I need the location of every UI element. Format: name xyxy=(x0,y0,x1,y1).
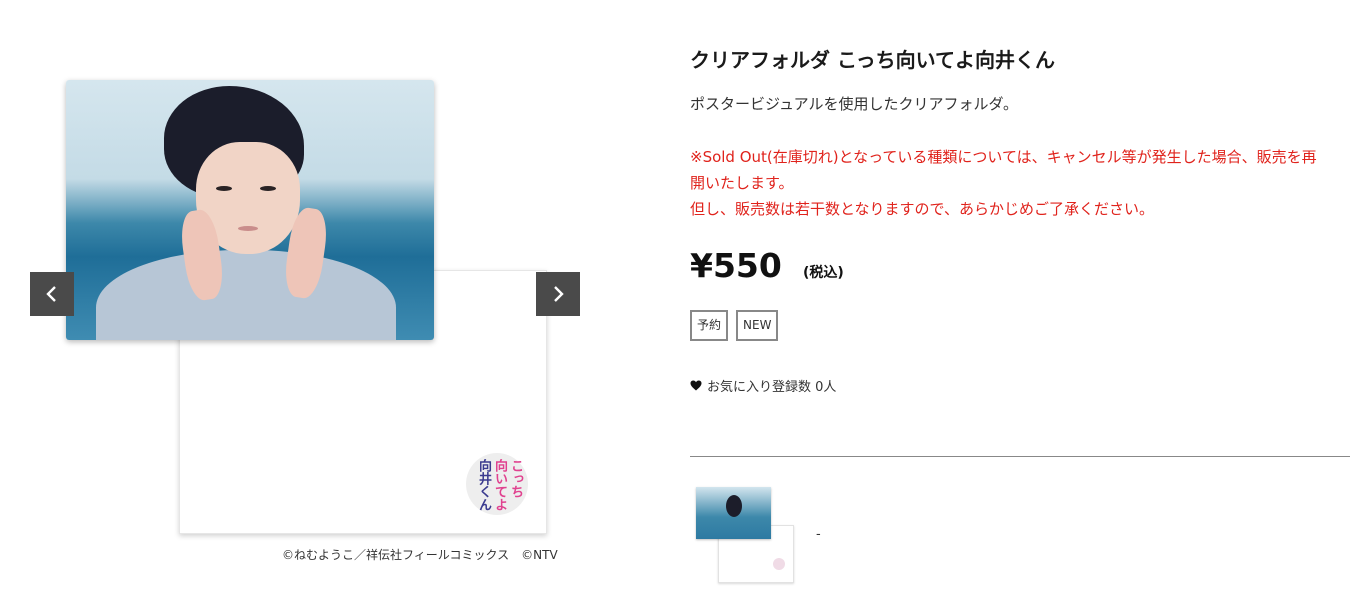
divider xyxy=(690,456,1350,457)
new-badge: NEW xyxy=(736,310,779,341)
logo-text-3: 向井くん xyxy=(476,459,491,511)
chevron-left-icon xyxy=(46,286,56,302)
chevron-right-icon xyxy=(554,286,564,302)
product-info: クリアフォルダ こっち向いてよ向井くん ポスタービジュアルを使用したクリアフォル… xyxy=(690,0,1350,595)
badge-list: 予約 NEW xyxy=(690,310,779,341)
gallery-prev-button[interactable] xyxy=(30,272,74,316)
notice-line: ※Sold Out(在庫切れ)となっている種類については、キャンセル等が発生した… xyxy=(690,148,1317,192)
title-logo: こっち 向いてよ 向井くん xyxy=(466,453,528,515)
product-title: クリアフォルダ こっち向いてよ向井くん xyxy=(690,48,1055,72)
preorder-badge: 予約 xyxy=(690,310,729,341)
product-description: ポスタービジュアルを使用したクリアフォルダ。 xyxy=(690,95,1019,113)
heart-icon xyxy=(690,380,702,391)
favorite-count[interactable]: お気に入り登録数 0人 xyxy=(690,376,836,395)
product-image-gallery: こっち 向いてよ 向井くん ©ねむようこ／祥伝社フィールコミックス ©NTV xyxy=(0,0,620,595)
gallery-next-button[interactable] xyxy=(536,272,580,316)
clear-folder-front-image xyxy=(66,80,434,340)
sold-out-notice: ※Sold Out(在庫切れ)となっている種類については、キャンセル等が発生した… xyxy=(690,144,1330,222)
notice-line: 但し、販売数は若干数となりますので、あらかじめご了承ください。 xyxy=(690,200,1154,218)
price-row: ¥550 (税込) xyxy=(690,246,844,285)
variant-thumbnail[interactable] xyxy=(696,487,796,585)
tax-label: (税込) xyxy=(802,265,844,281)
variant-label: - xyxy=(816,527,821,542)
favorite-count-text: お気に入り登録数 0人 xyxy=(707,380,837,395)
copyright-text: ©ねむようこ／祥伝社フィールコミックス ©NTV xyxy=(282,548,558,562)
price: ¥550 xyxy=(690,246,782,285)
